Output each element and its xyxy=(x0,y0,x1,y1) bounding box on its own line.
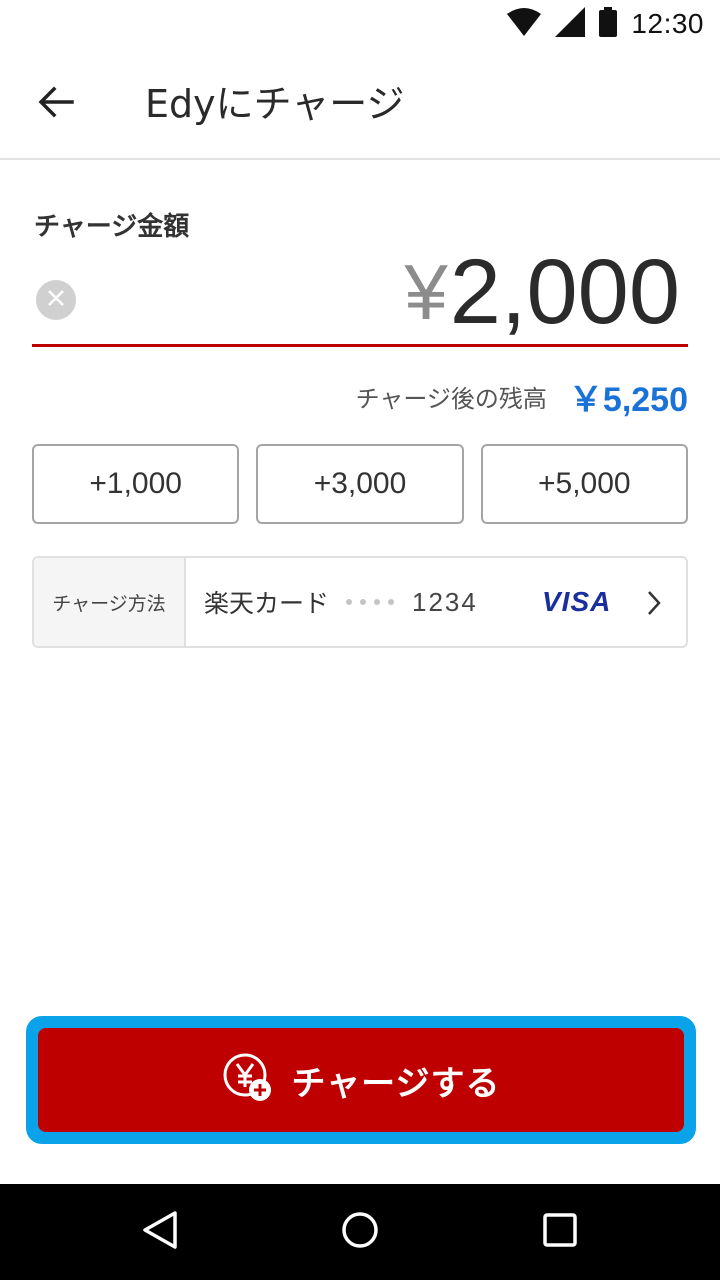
system-nav-bar xyxy=(0,1184,720,1280)
add-1000-button[interactable]: +1,000 xyxy=(32,444,240,524)
back-triangle-icon xyxy=(141,1210,179,1254)
nav-recents-button[interactable] xyxy=(536,1208,584,1256)
page-title: Edyにチャージ xyxy=(145,82,405,126)
card-info: 楽天カード 1234 VISA xyxy=(186,558,686,646)
status-time: 12:30 xyxy=(631,8,704,39)
currency-symbol: ¥ xyxy=(404,248,448,336)
battery-icon xyxy=(599,7,618,41)
card-name: 楽天カード xyxy=(204,589,330,618)
charge-method-label: チャージ方法 xyxy=(34,558,186,646)
status-bar: 12:30 xyxy=(0,0,720,48)
nav-home-button[interactable] xyxy=(336,1208,384,1256)
home-circle-icon xyxy=(340,1210,380,1254)
back-button[interactable] xyxy=(24,76,88,132)
status-icons: 12:30 xyxy=(507,6,704,42)
clear-icon xyxy=(46,288,66,312)
quick-amount-row: +1,000 +3,000 +5,000 xyxy=(32,444,688,524)
add-3000-button[interactable]: +3,000 xyxy=(256,444,464,524)
amount-input[interactable]: ¥ 2,000 xyxy=(404,240,680,340)
balance-after-label: チャージ後の残高 xyxy=(355,384,547,413)
balance-after-value: ￥5,250 xyxy=(568,380,688,419)
app-bar: Edyにチャージ xyxy=(0,48,720,160)
yen-plus-icon xyxy=(222,1052,274,1108)
charge-button[interactable]: チャージする xyxy=(38,1028,684,1132)
visa-logo: VISA xyxy=(542,586,612,617)
charge-button-focus-ring: チャージする xyxy=(26,1016,696,1144)
charge-button-label: チャージする xyxy=(291,1063,501,1104)
card-last4: 1234 xyxy=(412,586,478,617)
add-5000-button[interactable]: +5,000 xyxy=(480,444,688,524)
nav-back-button[interactable] xyxy=(136,1208,184,1256)
arrow-back-icon xyxy=(38,86,74,122)
amount-value: 2,000 xyxy=(449,241,680,343)
signal-icon xyxy=(555,7,586,41)
charge-method-selector[interactable]: チャージ方法 楽天カード 1234 VISA xyxy=(32,556,688,648)
amount-label: チャージ金額 xyxy=(34,212,190,242)
recents-square-icon xyxy=(542,1212,578,1252)
chevron-right-icon xyxy=(642,588,666,618)
wifi-icon xyxy=(507,8,542,40)
balance-after-row: チャージ後の残高 ￥5,250 xyxy=(355,374,688,419)
clear-amount-button[interactable] xyxy=(36,280,76,320)
masked-digits xyxy=(346,599,394,605)
amount-underline xyxy=(32,344,688,347)
